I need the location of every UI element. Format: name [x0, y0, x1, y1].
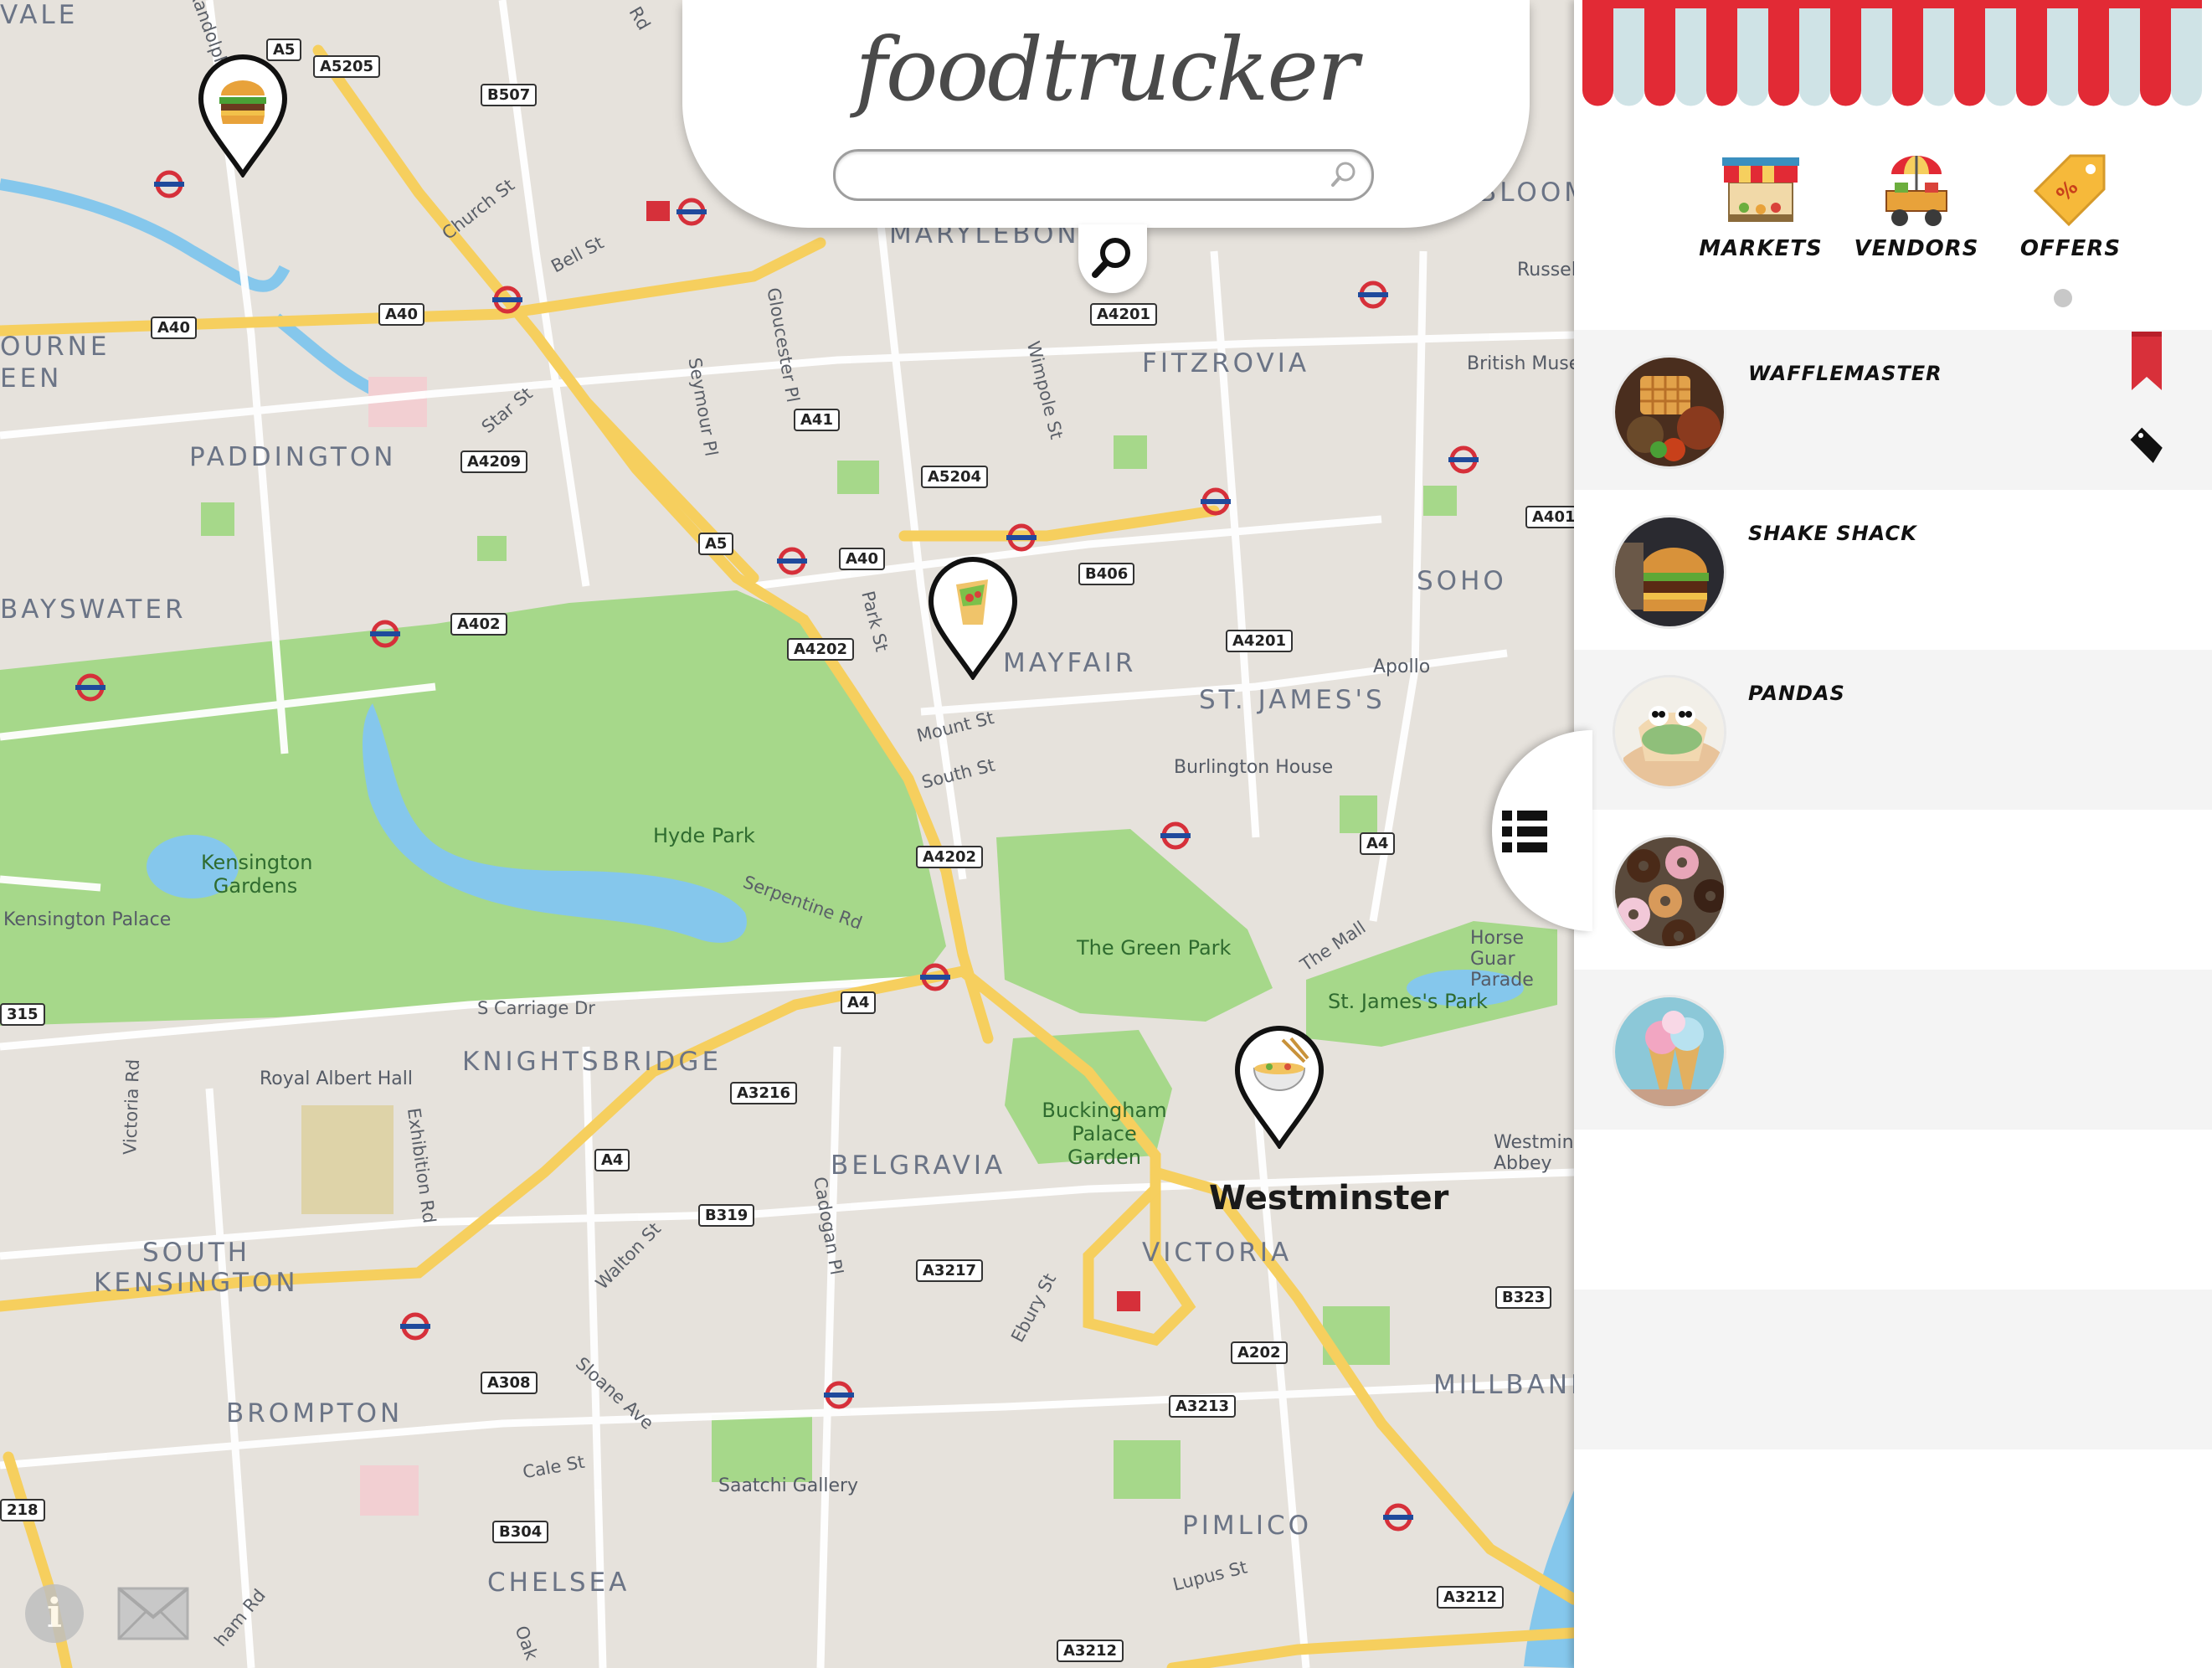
- magnifier-icon: [1092, 238, 1130, 278]
- vendor-avatar: [1613, 835, 1726, 949]
- vendor-avatar: [1613, 515, 1726, 629]
- tab-markets[interactable]: MARKETS: [1690, 149, 1832, 261]
- header-card: foodtrucker: [682, 0, 1530, 228]
- bookmark-icon[interactable]: [2128, 330, 2165, 395]
- donuts-photo: [1615, 837, 1724, 946]
- tab-vendors[interactable]: VENDORS: [1845, 149, 1988, 261]
- search-input[interactable]: [833, 149, 1374, 201]
- vendor-row-wafflemaster[interactable]: WAFFLEMASTER: [1574, 330, 2212, 490]
- app-logo: foodtrucker: [855, 18, 1358, 121]
- tube-station-icons: [75, 170, 1479, 1532]
- search-button[interactable]: [1078, 224, 1147, 293]
- list-icon: [1502, 811, 1547, 852]
- discount-tag-icon: %: [2033, 154, 2106, 227]
- active-tab-indicator: [2054, 289, 2072, 307]
- search-icon: [1330, 160, 1358, 192]
- vendor-avatar: [1613, 675, 1726, 789]
- vendor-row-shake-shack[interactable]: SHAKE SHACK: [1574, 490, 2212, 650]
- vendor-row-donuts[interactable]: [1574, 810, 2212, 970]
- map-view[interactable]: VALE OURNE EEN PADDINGTON BAYSWATER KNIG…: [0, 0, 1574, 1668]
- awning-banner: [1582, 0, 2202, 106]
- burger-marker[interactable]: [196, 52, 290, 178]
- info-button[interactable]: i: [25, 1584, 84, 1643]
- price-tag-icon[interactable]: [2128, 425, 2165, 471]
- wrap-marker[interactable]: [926, 554, 1020, 680]
- tab-offers[interactable]: % OFFERS: [1999, 149, 2142, 261]
- vendor-row-ice-cream[interactable]: [1574, 970, 2212, 1130]
- empty-row: [1574, 1130, 2212, 1290]
- tab-label: OFFERS: [2019, 236, 2122, 261]
- empty-row: [1574, 1290, 2212, 1449]
- tab-label: VENDORS: [1854, 236, 1979, 261]
- vendor-name: WAFFLEMASTER: [1748, 362, 1942, 385]
- ice-cream-photo: [1615, 997, 1724, 1106]
- sidebar: MARKETS VENDORS % OFFERS WAFFLEMASTER SH…: [1574, 0, 2212, 1668]
- tab-label: MARKETS: [1699, 236, 1823, 261]
- vendor-avatar: [1613, 995, 1726, 1109]
- waffles-photo: [1615, 358, 1724, 466]
- empty-row: [1574, 1449, 2212, 1609]
- vendor-avatar: [1613, 355, 1726, 469]
- noodle-bowl-marker[interactable]: [1232, 1023, 1326, 1149]
- market-stall-icon: [1722, 157, 1799, 222]
- burger-photo: [1615, 517, 1724, 626]
- panda-bun-photo: [1615, 677, 1724, 786]
- burger-icon: [219, 80, 266, 124]
- vendor-name: PANDAS: [1748, 682, 1845, 705]
- vendor-name: SHAKE SHACK: [1748, 522, 1917, 545]
- vendor-row-pandas[interactable]: PANDAS: [1574, 650, 2212, 810]
- food-cart-icon: [1885, 156, 1947, 226]
